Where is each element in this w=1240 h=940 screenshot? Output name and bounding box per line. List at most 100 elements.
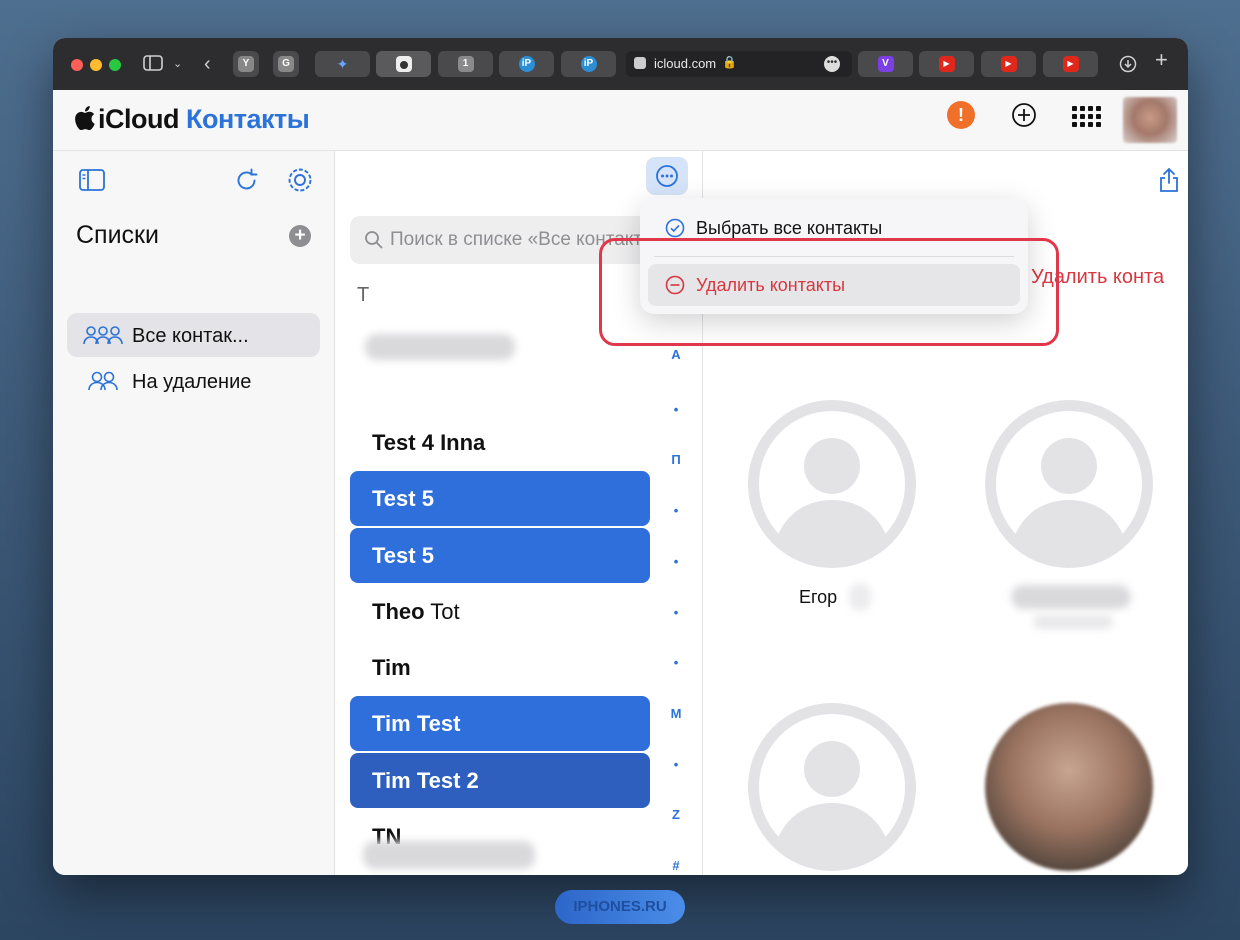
- tab-y[interactable]: Y: [233, 51, 259, 77]
- lists-heading: Списки: [76, 221, 159, 249]
- contact-row-selected[interactable]: Tim Test 2: [350, 753, 650, 808]
- tab-youtube-1[interactable]: ▶: [919, 51, 974, 77]
- index-letter[interactable]: Z: [668, 807, 684, 822]
- tab-youtube-3[interactable]: ▶: [1043, 51, 1098, 77]
- ip-favicon-icon: iP: [518, 56, 535, 72]
- share-icon[interactable]: [1158, 167, 1180, 198]
- alert-badge-button[interactable]: !: [947, 101, 977, 131]
- more-options-icon[interactable]: •••: [824, 56, 840, 72]
- person-silhouette-icon: [749, 704, 915, 870]
- zoom-window-button[interactable]: [109, 59, 121, 71]
- settings-gear-icon[interactable]: [287, 167, 313, 198]
- person-silhouette-icon: [986, 401, 1152, 567]
- person-silhouette-icon: [749, 401, 915, 567]
- contact-avatar-placeholder[interactable]: [748, 400, 916, 568]
- back-icon[interactable]: ‹: [204, 54, 211, 74]
- contact-row-selected[interactable]: Tim Test: [350, 696, 650, 751]
- contact-name: Tim Test: [372, 711, 461, 736]
- youtube-favicon-icon: ▶: [1062, 56, 1079, 72]
- index-dot[interactable]: •: [668, 554, 684, 569]
- contact-name: Tim Test 2: [372, 768, 479, 793]
- youtube-favicon-icon: ▶: [1000, 56, 1017, 72]
- v-favicon-icon: V: [877, 56, 894, 72]
- people-group-icon: [83, 324, 123, 351]
- contact-avatar-placeholder[interactable]: [985, 400, 1153, 568]
- index-dot[interactable]: •: [668, 402, 684, 417]
- blurred-contact-detail: [1033, 615, 1113, 629]
- contact-name: Theo Tot: [372, 599, 460, 625]
- contact-name: Test 4 Inna: [372, 430, 486, 455]
- alert-icon: !: [947, 101, 975, 129]
- blurred-contact-name[interactable]: [365, 334, 515, 360]
- contact-row[interactable]: Theo Tot: [350, 584, 650, 639]
- menu-item-label: Выбрать все контакты: [696, 218, 883, 238]
- sidebar-toggle-icon[interactable]: [143, 55, 163, 76]
- browser-toolbar: ⌄ ‹ Y G ✦ 1 iP iP icloud.com 🔒 ••• V ▶ ▶…: [53, 38, 1188, 90]
- grid-icon: [1072, 106, 1101, 127]
- search-icon: [364, 230, 384, 255]
- sidebar-item-label: Все контак...: [132, 325, 249, 347]
- tab-apple[interactable]: [376, 51, 431, 77]
- sidebar-item-to-delete[interactable]: На удаление: [67, 359, 320, 403]
- add-button[interactable]: [1010, 101, 1040, 131]
- more-actions-button[interactable]: [646, 157, 688, 195]
- one-favicon-icon: 1: [457, 56, 474, 72]
- sidebar-item-all-contacts[interactable]: Все контак...: [67, 313, 320, 357]
- sidebar-collapse-icon[interactable]: [79, 169, 105, 196]
- contact-row[interactable]: Tim: [350, 640, 650, 695]
- tab-ip-2[interactable]: iP: [561, 51, 616, 77]
- browser-window: ⌄ ‹ Y G ✦ 1 iP iP icloud.com 🔒 ••• V ▶ ▶…: [53, 38, 1188, 875]
- tab-ip-1[interactable]: iP: [499, 51, 554, 77]
- index-letter[interactable]: #: [668, 858, 684, 873]
- blurred-contact-name[interactable]: [363, 841, 535, 869]
- contact-card-name: Егор: [799, 587, 838, 607]
- blurred-contact-surname: [849, 583, 871, 611]
- contact-last-name: Tot: [430, 599, 460, 624]
- annotation-highlight-frame: [599, 238, 1059, 346]
- contact-row[interactable]: Test 4 Inna: [350, 415, 650, 470]
- contact-first-name: Theo: [372, 599, 425, 624]
- page-favicon-icon: [634, 57, 646, 69]
- tab-youtube-2[interactable]: ▶: [981, 51, 1036, 77]
- download-icon[interactable]: [1119, 55, 1137, 78]
- app-header: iCloud Контакты !: [53, 90, 1188, 151]
- sidebar-item-label: На удаление: [132, 371, 252, 393]
- contact-row-selected[interactable]: Test 5: [350, 528, 650, 583]
- contact-avatar-photo[interactable]: [985, 703, 1153, 871]
- contact-name: Test 5: [372, 543, 434, 568]
- blurred-contact-name: [1011, 585, 1131, 609]
- new-tab-icon[interactable]: +: [1155, 49, 1168, 71]
- index-dot[interactable]: •: [668, 757, 684, 772]
- app-launcher-button[interactable]: [1071, 101, 1101, 131]
- index-letter[interactable]: А: [668, 347, 684, 362]
- app-name: Контакты: [186, 104, 310, 134]
- contact-row-selected[interactable]: Test 5: [350, 471, 650, 526]
- contact-avatar-placeholder[interactable]: [748, 703, 916, 871]
- add-list-button[interactable]: +: [289, 225, 311, 247]
- g-favicon-icon: G: [278, 56, 294, 72]
- avatar[interactable]: [1123, 97, 1177, 143]
- contact-name: Test 5: [372, 486, 434, 511]
- address-text: icloud.com: [654, 56, 717, 71]
- refresh-icon[interactable]: [235, 167, 259, 198]
- index-dot[interactable]: •: [668, 605, 684, 620]
- index-dot[interactable]: •: [668, 655, 684, 670]
- section-header: T: [357, 284, 370, 306]
- address-bar[interactable]: icloud.com 🔒 •••: [626, 51, 852, 77]
- close-window-button[interactable]: [71, 59, 83, 71]
- people-pair-icon: [88, 370, 118, 397]
- chevron-down-icon[interactable]: ⌄: [173, 55, 182, 73]
- index-letter[interactable]: М: [668, 706, 684, 721]
- tab-g[interactable]: G: [273, 51, 299, 77]
- tab-sparkle[interactable]: ✦: [315, 51, 370, 77]
- index-letter[interactable]: П: [668, 452, 684, 467]
- minimize-window-button[interactable]: [90, 59, 102, 71]
- page-title: iCloud Контакты: [75, 104, 310, 137]
- tab-v[interactable]: V: [858, 51, 913, 77]
- tab-one[interactable]: 1: [438, 51, 493, 77]
- y-favicon-icon: Y: [238, 56, 254, 72]
- apple-logo-icon: [75, 106, 95, 137]
- add-circle-icon: [1012, 103, 1036, 127]
- index-dot[interactable]: •: [668, 503, 684, 518]
- contact-name: Tim: [372, 655, 411, 680]
